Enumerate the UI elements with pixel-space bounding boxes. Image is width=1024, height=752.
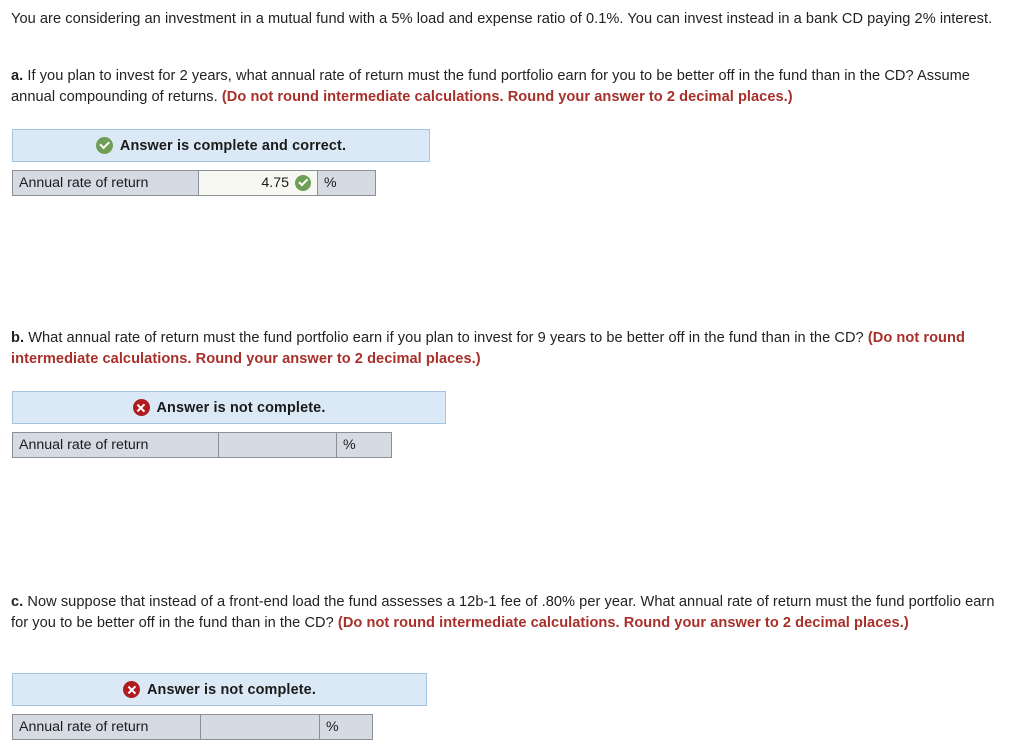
question-c-letter: c. (11, 594, 24, 610)
question-c: c. Now suppose that instead of a front-e… (11, 592, 1013, 634)
check-circle-icon (95, 137, 113, 154)
table-row: Annual rate of return % (12, 714, 373, 740)
answer-c-unit: % (319, 714, 373, 740)
answer-a-unit: % (317, 170, 376, 196)
intro-text: You are considering an investment in a m… (11, 11, 993, 27)
question-b: b. What annual rate of return must the f… (11, 328, 1013, 370)
answer-a-value-cell[interactable]: 4.75 (198, 170, 318, 196)
status-banner-a: Answer is complete and correct. (12, 129, 430, 162)
answer-table-c: Annual rate of return % (12, 714, 373, 740)
answer-a-label: Annual rate of return (12, 170, 199, 196)
check-circle-icon (295, 175, 311, 191)
table-row: Annual rate of return 4.75 % (12, 170, 376, 196)
status-banner-b: Answer is not complete. (12, 391, 446, 424)
answer-table-b: Annual rate of return % (12, 432, 392, 458)
answer-table-a: Annual rate of return 4.75 % (12, 170, 376, 196)
intro-paragraph: You are considering an investment in a m… (11, 9, 1011, 30)
question-b-letter: b. (11, 330, 25, 346)
answer-a-value: 4.75 (261, 175, 289, 191)
table-row: Annual rate of return % (12, 432, 392, 458)
answer-b-unit: % (336, 432, 392, 458)
answer-a-value-wrap: 4.75 (261, 175, 311, 191)
x-circle-icon (132, 399, 150, 416)
question-a-instruction: (Do not round intermediate calculations.… (221, 89, 793, 105)
status-banner-c-text: Answer is not complete. (147, 681, 316, 698)
status-banner-a-text: Answer is complete and correct. (119, 137, 347, 154)
x-circle-icon (123, 681, 140, 698)
question-b-text: What annual rate of return must the fund… (28, 330, 864, 346)
answer-b-label: Annual rate of return (12, 432, 219, 458)
answer-c-value-cell[interactable] (200, 714, 320, 740)
question-c-instruction: (Do not round intermediate calculations.… (337, 615, 909, 631)
question-a: a. If you plan to invest for 2 years, wh… (11, 66, 1013, 108)
question-a-letter: a. (11, 68, 24, 84)
status-banner-b-text: Answer is not complete. (156, 399, 326, 416)
answer-c-label: Annual rate of return (12, 714, 201, 740)
answer-b-value-cell[interactable] (218, 432, 337, 458)
status-banner-c: Answer is not complete. (12, 673, 427, 706)
